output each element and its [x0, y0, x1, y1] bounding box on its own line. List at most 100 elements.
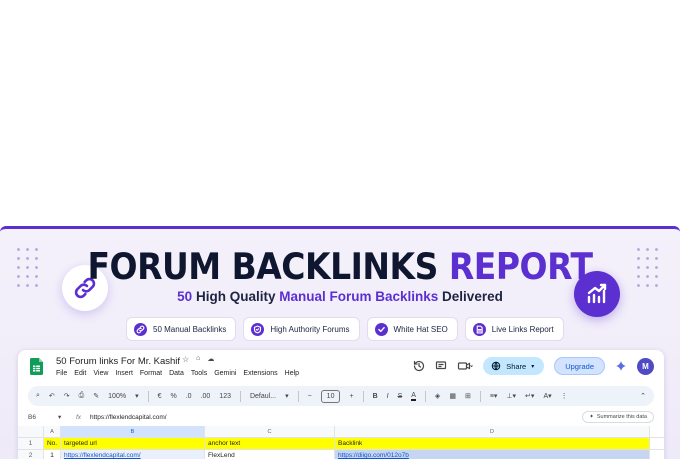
increase-decimal-button[interactable]: .00: [201, 393, 211, 400]
history-icon[interactable]: [413, 360, 425, 372]
horizontal-align-icon[interactable]: ≡▾: [490, 392, 498, 400]
chevron-up-icon[interactable]: ⌃: [640, 392, 646, 400]
search-menus-icon[interactable]: ⌕: [36, 392, 40, 400]
header-actions: Share ▾ Upgrade M: [413, 357, 654, 375]
cell-b1[interactable]: targeted url: [61, 438, 205, 449]
cloud-status-icon[interactable]: ☁: [207, 355, 214, 364]
chevron-down-icon: ▾: [285, 393, 289, 400]
toolbar-divider: [239, 390, 241, 402]
sheets-logo-icon: [30, 358, 43, 375]
check-icon: [374, 322, 388, 336]
formatting-toolbar: ⌕ ↶ ↷ ⎙ ✎ 100% ▾ € % .0 .00 123 Defaul..…: [28, 386, 654, 406]
column-header-a[interactable]: A: [44, 426, 61, 437]
text-wrap-icon[interactable]: ↵▾: [525, 392, 534, 400]
upgrade-button[interactable]: Upgrade: [554, 357, 605, 375]
print-icon[interactable]: ⎙: [79, 392, 85, 400]
strikethrough-button[interactable]: S: [398, 393, 403, 400]
column-header-b[interactable]: B: [61, 426, 205, 437]
share-button[interactable]: Share ▾: [483, 357, 545, 375]
column-header-c[interactable]: C: [205, 426, 335, 437]
cell-b2[interactable]: https://flexlendcapital.com/: [61, 450, 205, 459]
table-row: 2 1 https://flexlendcapital.com/ FlexLen…: [18, 450, 664, 459]
user-avatar[interactable]: M: [637, 357, 654, 375]
backlink-link[interactable]: https://diigo.com/012o7b: [338, 452, 409, 459]
menu-bar: File Edit View Insert Format Data Tools …: [56, 370, 299, 377]
cell-d1[interactable]: Backlink: [335, 438, 650, 449]
cell-c2[interactable]: FlexLend: [205, 450, 335, 459]
chevron-down-icon: ▾: [531, 363, 535, 370]
font-size-decrease-button[interactable]: −: [308, 393, 312, 400]
spreadsheet-grid: A B C D 1 No. targeted url anchor text B…: [18, 426, 664, 459]
toolbar-divider: [362, 390, 364, 402]
row-header[interactable]: 1: [18, 438, 44, 449]
cell-c1[interactable]: anchor text: [205, 438, 335, 449]
menu-tools[interactable]: Tools: [191, 370, 207, 377]
toolbar-divider: [147, 390, 149, 402]
toolbar-divider: [297, 390, 299, 402]
italic-button[interactable]: I: [387, 393, 389, 400]
menu-help[interactable]: Help: [285, 370, 299, 377]
menu-data[interactable]: Data: [169, 370, 184, 377]
decrease-decimal-button[interactable]: .0: [186, 393, 192, 400]
chevron-down-icon: ▾: [58, 414, 62, 421]
vertical-align-icon[interactable]: ⊥▾: [506, 392, 516, 400]
star-icon[interactable]: ☆: [182, 355, 189, 364]
bold-button[interactable]: B: [373, 393, 378, 400]
row-header[interactable]: 2: [18, 450, 44, 459]
borders-icon[interactable]: ▦: [449, 392, 456, 400]
gemini-sparkle-icon[interactable]: [615, 360, 627, 372]
menu-gemini[interactable]: Gemini: [214, 370, 236, 377]
feature-list: 50 Manual Backlinks High Authority Forum…: [126, 317, 564, 341]
font-size-input[interactable]: 10: [320, 389, 341, 403]
move-folder-icon[interactable]: ⌂: [196, 355, 200, 364]
cell-a1[interactable]: No.: [44, 438, 61, 449]
menu-format[interactable]: Format: [140, 370, 162, 377]
menu-extensions[interactable]: Extensions: [243, 370, 277, 377]
cell-a2[interactable]: 1: [44, 450, 61, 459]
formula-bar: B6 ▾ fx https://flexlendcapital.com/ ✦ S…: [18, 409, 664, 425]
table-row: 1 No. targeted url anchor text Backlink: [18, 438, 664, 450]
paint-format-icon[interactable]: ✎: [93, 392, 99, 400]
percent-format-button[interactable]: %: [170, 393, 176, 400]
currency-format-button[interactable]: €: [158, 393, 162, 400]
spreadsheet-window: 50 Forum links For Mr. Kashif ☆ ⌂ ☁ File…: [18, 350, 664, 459]
number-format-button[interactable]: 123: [219, 393, 231, 400]
globe-icon: [491, 361, 501, 371]
text-rotation-icon[interactable]: A▾: [543, 392, 551, 400]
redo-icon[interactable]: ↷: [64, 392, 70, 400]
menu-edit[interactable]: Edit: [74, 370, 86, 377]
menu-view[interactable]: View: [93, 370, 108, 377]
select-all-corner[interactable]: [18, 426, 44, 437]
font-size-increase-button[interactable]: +: [349, 393, 353, 400]
chevron-down-icon: ▾: [135, 393, 139, 400]
comments-icon[interactable]: [435, 360, 447, 372]
growth-badge: [574, 271, 620, 317]
shield-icon: [251, 322, 265, 336]
document-title[interactable]: 50 Forum links For Mr. Kashif: [56, 356, 180, 367]
toolbar-divider: [424, 390, 426, 402]
targeted-url-link[interactable]: https://flexlendcapital.com/: [64, 452, 141, 459]
undo-icon[interactable]: ↶: [49, 392, 55, 400]
meet-video-icon[interactable]: [457, 360, 474, 372]
feature-white-hat: White Hat SEO: [366, 317, 458, 341]
menu-file[interactable]: File: [56, 370, 67, 377]
toolbar-divider: [479, 390, 481, 402]
menu-insert[interactable]: Insert: [115, 370, 133, 377]
text-color-button[interactable]: A: [411, 392, 416, 401]
column-header-d[interactable]: D: [335, 426, 650, 437]
cell-d2[interactable]: https://diigo.com/012o7b: [335, 450, 650, 459]
fill-color-icon[interactable]: ◈: [435, 392, 440, 400]
column-header-row: A B C D: [18, 426, 664, 438]
font-select[interactable]: Defaul...: [250, 393, 276, 400]
feature-manual-backlinks: 50 Manual Backlinks: [126, 317, 237, 341]
summarize-data-button[interactable]: ✦ Summarize this data: [582, 411, 654, 423]
chart-growth-icon: [587, 283, 607, 304]
formula-input[interactable]: https://flexlendcapital.com/: [90, 414, 167, 421]
link-icon: [134, 322, 147, 336]
zoom-select[interactable]: 100%: [108, 393, 126, 400]
name-box[interactable]: B6: [28, 414, 36, 421]
title-actions: ☆ ⌂ ☁: [182, 355, 214, 364]
merge-cells-icon[interactable]: ⊞: [465, 392, 471, 400]
more-icon[interactable]: ⋮: [561, 392, 568, 400]
feature-live-report: Live Links Report: [464, 317, 564, 341]
